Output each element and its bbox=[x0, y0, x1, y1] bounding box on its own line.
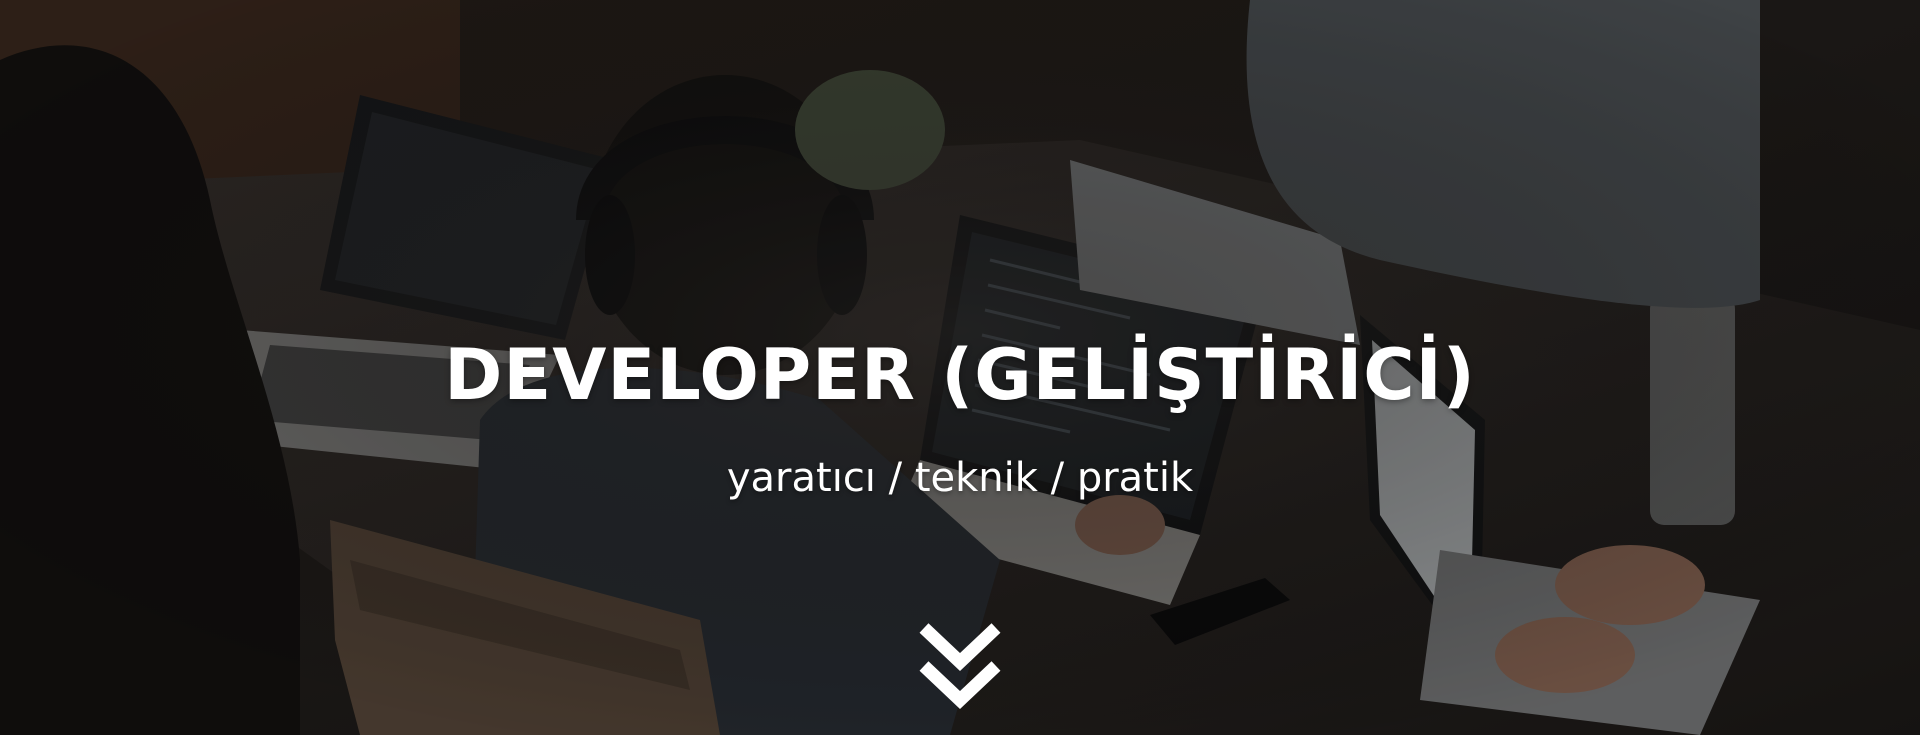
hero-section: DEVELOPER (GELİŞTİRİCİ) yaratıcı / tekni… bbox=[0, 0, 1920, 735]
hero-subtitle: yaratıcı / teknik / pratik bbox=[726, 455, 1194, 501]
hero-title: DEVELOPER (GELİŞTİRİCİ) bbox=[444, 334, 1476, 416]
hero-content: DEVELOPER (GELİŞTİRİCİ) yaratıcı / tekni… bbox=[0, 0, 1920, 735]
scroll-down-button[interactable] bbox=[918, 622, 1002, 714]
double-chevron-down-icon bbox=[919, 623, 1001, 709]
